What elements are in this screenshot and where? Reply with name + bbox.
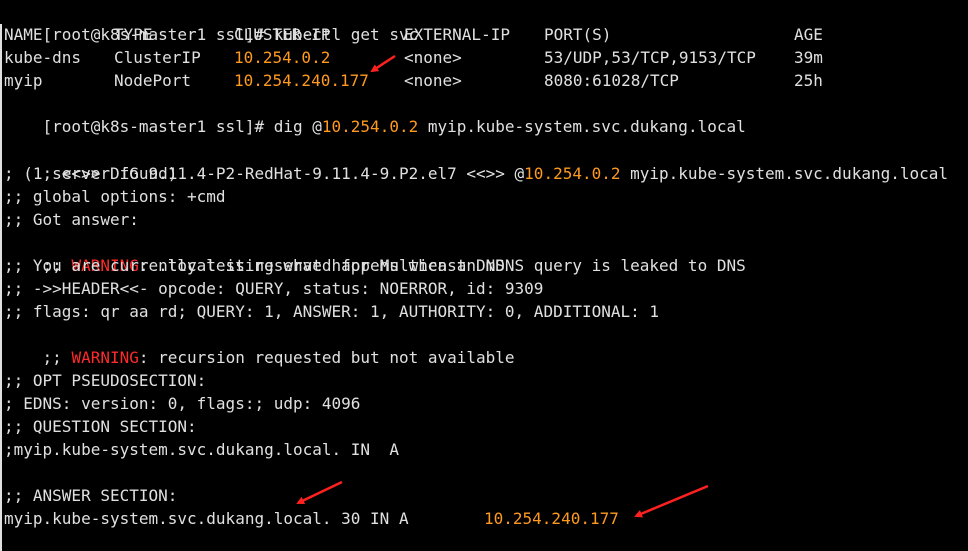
arrow-icon: [296, 480, 343, 505]
terminal-left-border: [0, 24, 2, 551]
annotation-arrows: [296, 54, 709, 518]
arrow-icon: [370, 54, 396, 73]
terminal-window[interactable]: [root@k8s-master1 ssl]# kubectl get svc …: [0, 0, 968, 551]
arrow-icon: [634, 484, 709, 518]
